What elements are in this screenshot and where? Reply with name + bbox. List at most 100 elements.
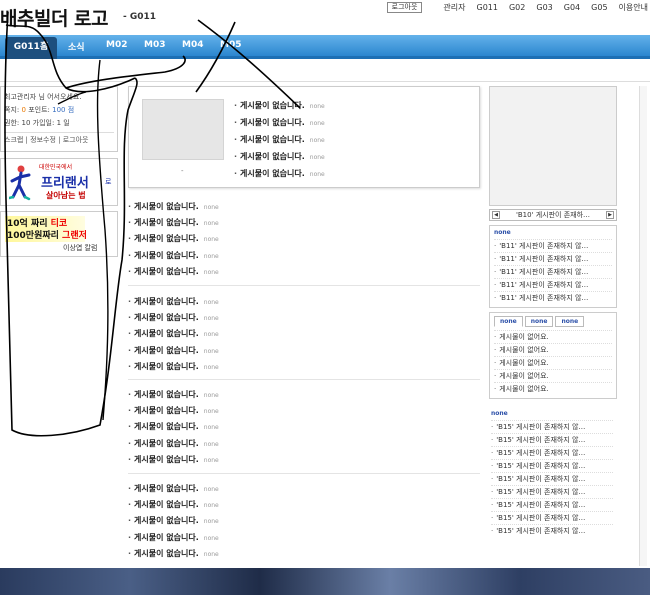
- box-tabs: none none none: [494, 316, 612, 327]
- login-info: 최고관리자 님 어서오세요. 쪽지: 0 포인트: 100 점 권한: 10 가…: [0, 86, 118, 152]
- post-group-1: · 게시물이 없습니다. none · 게시물이 없습니다. none · 게시물이 없습…: [128, 199, 219, 280]
- point-label: 포인트:: [28, 106, 50, 114]
- list-item[interactable]: · 'B15' 게시판이 존재하지 않…: [491, 433, 613, 446]
- divider: [128, 285, 480, 286]
- point-value[interactable]: 100 점: [52, 106, 74, 114]
- featured-list: · 게시물이 없습니다. none · 게시물이 없습니다. none · 게시물이 없습…: [234, 98, 325, 183]
- list-item[interactable]: · 게시물이 없어요.: [494, 330, 612, 343]
- logout-button[interactable]: 로그아웃: [386, 2, 423, 13]
- box-tab-2[interactable]: none: [524, 316, 554, 327]
- top-link-g05[interactable]: G05: [591, 3, 607, 12]
- tab-m02[interactable]: M02: [106, 40, 127, 50]
- board-box-b15: none · 'B15' 게시판이 존재하지 않… · 'B15' 게시판이 존재하…: [489, 407, 617, 540]
- post-group-4: · 게시물이 없습니다. none · 게시물이 없습니다. none · 게시물이 없습…: [128, 481, 219, 562]
- prev-arrow-icon[interactable]: ◀: [492, 211, 500, 219]
- list-item[interactable]: · 게시물이 없습니다. none: [128, 513, 219, 529]
- memo-count[interactable]: 0: [21, 106, 25, 114]
- tab-m05[interactable]: M05: [220, 40, 241, 50]
- sub-nav: [0, 62, 650, 82]
- list-item[interactable]: · 'B15' 게시판이 존재하지 않…: [491, 485, 613, 498]
- tab-news[interactable]: 소식: [68, 40, 85, 53]
- freelancer-banner[interactable]: 대한민국에서 프리랜서 로 살아남는 법: [0, 158, 118, 206]
- list-item[interactable]: · 게시물이 없습니다. none: [128, 326, 219, 342]
- board-box-b11: none · 'B11' 게시판이 존재하지 않… · 'B11' 게시판이 존재하…: [489, 225, 617, 308]
- column-banner[interactable]: 10억 짜리 티코 100만원짜리 그랜저 이상엽 칼럼: [0, 211, 118, 257]
- user-name: 최고관리자: [4, 93, 37, 101]
- list-item[interactable]: · 게시물이 없습니다. none: [128, 343, 219, 359]
- list-item[interactable]: · 게시물이 없습니다. none: [128, 452, 219, 468]
- list-item[interactable]: · 'B15' 게시판이 존재하지 않…: [491, 511, 613, 524]
- list-item[interactable]: · 게시물이 없습니다. none: [234, 98, 325, 115]
- list-item[interactable]: · 게시물이 없습니다. none: [128, 497, 219, 513]
- list-item[interactable]: · 게시물이 없습니다. none: [128, 231, 219, 247]
- right-column: ◀ 'B10' 게시판이 존재하… ▶ none · 'B11' 게시판이 존재하…: [489, 86, 617, 540]
- list-item[interactable]: · 게시물이 없습니다. none: [234, 149, 325, 166]
- list-item[interactable]: · 'B11' 게시판이 존재하지 않…: [494, 252, 612, 265]
- next-arrow-icon[interactable]: ▶: [606, 211, 614, 219]
- list-item[interactable]: · 'B15' 게시판이 존재하지 않…: [491, 459, 613, 472]
- list-item[interactable]: · 'B15' 게시판이 존재하지 않…: [491, 446, 613, 459]
- banner2-line2a: 100만원짜리: [7, 231, 63, 241]
- box-tab-3[interactable]: none: [555, 316, 585, 327]
- featured-thumbnail[interactable]: [142, 99, 224, 160]
- divider: [128, 473, 480, 474]
- list-item[interactable]: · 게시물이 없습니다. none: [234, 166, 325, 183]
- list-item[interactable]: · 'B15' 게시판이 존재하지 않…: [491, 498, 613, 511]
- list-item[interactable]: · 게시물이 없습니다. none: [128, 294, 219, 310]
- list-item[interactable]: · 게시물이 없습니다. none: [128, 419, 219, 435]
- tab-m04[interactable]: M04: [182, 40, 203, 50]
- list-item[interactable]: · 게시물이 없어요.: [494, 382, 612, 395]
- banner1-ro: 로: [105, 178, 112, 186]
- main-nav: G011홈 소식 M02 M03 M04 M05: [0, 35, 650, 59]
- banner1-small: 대한민국에서: [39, 164, 73, 171]
- list-item[interactable]: · 'B11' 게시판이 존재하지 않…: [494, 291, 612, 304]
- box-heading[interactable]: none: [494, 229, 612, 236]
- top-link-g03[interactable]: G03: [536, 3, 552, 12]
- list-item[interactable]: · 게시물이 없습니다. none: [128, 387, 219, 403]
- list-item[interactable]: · 게시물이 없습니다. none: [128, 481, 219, 497]
- top-link-g011[interactable]: G011: [477, 3, 498, 12]
- tabbed-box: none none none · 게시물이 없어요. · 게시물이 없어요. · 게시…: [489, 312, 617, 399]
- list-item[interactable]: · 게시물이 없습니다. none: [128, 546, 219, 562]
- banner1-sub: 살아남는 법: [46, 191, 86, 200]
- list-item[interactable]: · 게시물이 없습니다. none: [234, 115, 325, 132]
- board-slider: ◀ 'B10' 게시판이 존재하… ▶: [489, 209, 617, 221]
- list-item[interactable]: · 'B11' 게시판이 존재하지 않…: [494, 239, 612, 252]
- list-item[interactable]: · 'B15' 게시판이 존재하지 않…: [491, 524, 613, 537]
- list-item[interactable]: · 게시물이 없습니다. none: [128, 310, 219, 326]
- left-column: 최고관리자 님 어서오세요. 쪽지: 0 포인트: 100 점 권한: 10 가…: [0, 86, 118, 257]
- list-item[interactable]: · 게시물이 없습니다. none: [128, 436, 219, 452]
- site-logo[interactable]: 배추빌더 로고: [0, 4, 109, 31]
- list-item[interactable]: · 게시물이 없어요.: [494, 356, 612, 369]
- list-item[interactable]: · 'B15' 게시판이 존재하지 않…: [491, 420, 613, 433]
- list-item[interactable]: · 게시물이 없습니다. none: [128, 264, 219, 280]
- right-ad-area: [489, 86, 617, 206]
- tab-m03[interactable]: M03: [144, 40, 165, 50]
- list-item[interactable]: · 게시물이 없습니다. none: [128, 530, 219, 546]
- list-item[interactable]: · 'B11' 게시판이 존재하지 않…: [494, 278, 612, 291]
- login-links[interactable]: 스크랩 | 정보수정 | 로그아웃: [4, 132, 114, 147]
- list-item[interactable]: · 'B15' 게시판이 존재하지 않…: [491, 472, 613, 485]
- box-tab-1[interactable]: none: [494, 316, 523, 327]
- site-id: - G011: [123, 12, 157, 22]
- join-label: 가입일:: [32, 119, 55, 127]
- list-item[interactable]: · 게시물이 없습니다. none: [234, 132, 325, 149]
- top-link-admin[interactable]: 관리자: [443, 2, 465, 13]
- tab-home[interactable]: G011홈: [5, 37, 57, 59]
- list-item[interactable]: · 게시물이 없습니다. none: [128, 199, 219, 215]
- list-item[interactable]: · 게시물이 없습니다. none: [128, 248, 219, 264]
- page-scrollbar[interactable]: [639, 86, 647, 566]
- top-link-g02[interactable]: G02: [509, 3, 525, 12]
- level-label: 권한:: [4, 119, 20, 127]
- list-item[interactable]: · 'B11' 게시판이 존재하지 않…: [494, 265, 612, 278]
- top-link-g04[interactable]: G04: [564, 3, 580, 12]
- list-item[interactable]: · 게시물이 없습니다. none: [128, 359, 219, 375]
- list-item[interactable]: · 게시물이 없어요.: [494, 343, 612, 356]
- list-item[interactable]: · 게시물이 없습니다. none: [128, 215, 219, 231]
- list-item[interactable]: · 게시물이 없습니다. none: [128, 403, 219, 419]
- slider-label[interactable]: 'B10' 게시판이 존재하…: [516, 210, 590, 220]
- top-link-guide[interactable]: 이용안내: [619, 2, 648, 13]
- memo-label: 쪽지:: [4, 106, 20, 114]
- list-item[interactable]: · 게시물이 없어요.: [494, 369, 612, 382]
- box-heading[interactable]: none: [491, 410, 613, 417]
